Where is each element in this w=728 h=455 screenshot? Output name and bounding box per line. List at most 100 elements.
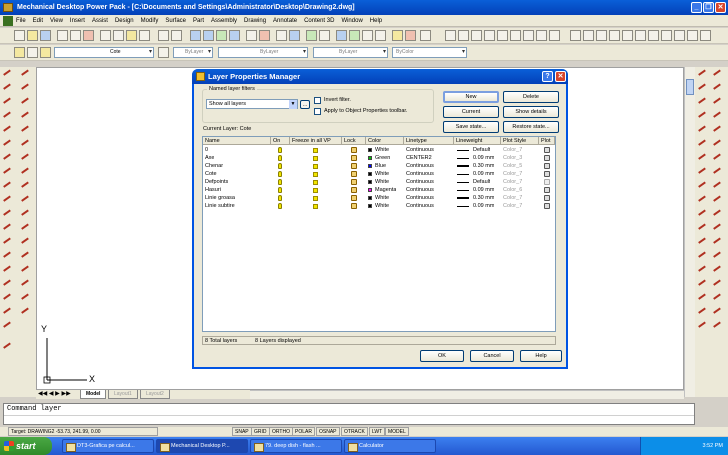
pencil-icon[interactable] — [21, 307, 33, 318]
table-row[interactable]: Hasuri Magenta Continuous 0.09 mm Color_… — [203, 186, 555, 194]
toggle-polar[interactable]: POLAR — [292, 427, 315, 436]
copy-object-icon[interactable] — [21, 83, 33, 94]
layer-linetype[interactable]: Continuous — [406, 186, 434, 194]
tab-nav-arrows-icon[interactable]: ◀◀ ◀ ▶ ▶▶ — [38, 390, 71, 397]
menu-assist[interactable]: Assist — [92, 18, 108, 24]
lightbulb-icon[interactable] — [278, 171, 282, 177]
command-input[interactable] — [4, 415, 694, 425]
restore-state-button[interactable]: Restore state... — [503, 121, 559, 133]
chamfer-icon[interactable] — [21, 265, 33, 276]
layer-dropdown[interactable]: Cote — [54, 47, 154, 58]
offset-icon[interactable] — [21, 111, 33, 122]
linetype-dropdown[interactable]: ByLayer — [218, 47, 308, 58]
scrollbar-thumb[interactable] — [686, 79, 694, 95]
mechanical-tool-10-icon[interactable] — [698, 195, 710, 206]
color-swatch[interactable] — [368, 164, 372, 168]
table-icon[interactable] — [3, 293, 15, 304]
toggle-grid[interactable]: GRID — [251, 427, 270, 436]
unlock-icon[interactable] — [351, 195, 357, 201]
lineweight-dropdown[interactable]: ByLayer — [313, 47, 388, 58]
zoom-realtime-icon[interactable] — [349, 30, 360, 41]
match-properties-icon[interactable] — [139, 30, 150, 41]
window-title-bar[interactable]: Mechanical Desktop Power Pack - [C:\Docu… — [0, 0, 728, 15]
cut-icon[interactable] — [100, 30, 111, 41]
unlock-icon[interactable] — [351, 179, 357, 185]
erase-icon[interactable] — [21, 69, 33, 80]
mechanical-tool-24-icon[interactable] — [713, 125, 725, 136]
minimize-button[interactable]: _ — [691, 2, 702, 13]
mechanical-tool-4-icon[interactable] — [698, 111, 710, 122]
command-window[interactable]: Command layer — [3, 403, 695, 425]
mechanical-tool-2-icon[interactable] — [698, 83, 710, 94]
layer-linetype[interactable]: Continuous — [406, 146, 434, 154]
mechanical-tool-32-icon[interactable] — [713, 237, 725, 248]
globe-icon[interactable] — [229, 30, 240, 41]
dimension-diameter-icon[interactable] — [622, 30, 633, 41]
mechanical-tool-17-icon[interactable] — [698, 293, 710, 304]
3d-orbit-icon[interactable] — [203, 30, 214, 41]
toggle-snap[interactable]: SNAP — [232, 427, 252, 436]
toggle-ortho[interactable]: ORTHO — [269, 427, 293, 436]
col-lineweight[interactable]: Lineweight — [454, 137, 501, 145]
ellipse-icon[interactable] — [3, 195, 15, 206]
dialog-title-bar[interactable]: Layer Properties Manager ? ✕ — [192, 69, 568, 84]
unlock-icon[interactable] — [351, 155, 357, 161]
dialog-close-button[interactable]: ✕ — [555, 71, 566, 82]
save-icon[interactable] — [40, 30, 51, 41]
sun-icon[interactable] — [313, 172, 318, 177]
lightbulb-icon[interactable] — [278, 147, 282, 153]
mechanical-tool-27-icon[interactable] — [713, 167, 725, 178]
zoom-previous-icon[interactable] — [375, 30, 386, 41]
zoom-window-icon[interactable] — [362, 30, 373, 41]
lightbulb-icon[interactable] — [278, 203, 282, 209]
mechanical-tool-34-icon[interactable] — [713, 265, 725, 276]
design-center-icon[interactable] — [392, 30, 403, 41]
mechanical-tool-7-icon[interactable] — [698, 153, 710, 164]
baseline-dimension-icon[interactable] — [661, 30, 672, 41]
color-swatch[interactable] — [368, 172, 372, 176]
lightbulb-icon[interactable] — [278, 179, 282, 185]
mechanical-tool-1-icon[interactable] — [698, 69, 710, 80]
properties-icon[interactable] — [319, 30, 330, 41]
table-row[interactable]: Defpoints White Continuous Default Color… — [203, 178, 555, 186]
printer-icon[interactable] — [544, 203, 550, 209]
fillet-icon[interactable] — [21, 279, 33, 290]
zoom-out-icon[interactable] — [458, 30, 469, 41]
horizontal-scrollbar[interactable] — [250, 390, 684, 399]
browser-icon[interactable] — [190, 30, 201, 41]
zoom-dynamic-icon[interactable] — [523, 30, 534, 41]
mechanical-tool-18-icon[interactable] — [698, 307, 710, 318]
layers-manager-icon[interactable] — [14, 47, 25, 58]
ok-button[interactable]: OK — [420, 350, 464, 362]
col-name[interactable]: Name — [203, 137, 271, 145]
mechanical-tool-21-icon[interactable] — [713, 83, 725, 94]
mirror-icon[interactable] — [21, 97, 33, 108]
tab-layout2[interactable]: Layout2 — [140, 390, 170, 399]
color-swatch[interactable] — [368, 204, 372, 208]
stretch-icon[interactable] — [21, 181, 33, 192]
document-icon[interactable] — [3, 16, 13, 26]
mechanical-tool-25-icon[interactable] — [713, 139, 725, 150]
tab-layout1[interactable]: Layout1 — [108, 390, 138, 399]
tolerance-icon[interactable] — [700, 30, 711, 41]
dialog-help-button[interactable]: ? — [542, 71, 553, 82]
layer-lineweight[interactable]: 0.09 mm — [473, 170, 494, 178]
toggle-osnap[interactable]: OSNAP — [316, 427, 340, 436]
col-lock[interactable]: Lock — [342, 137, 366, 145]
sun-icon[interactable] — [313, 204, 318, 209]
start-button[interactable]: start — [0, 437, 52, 455]
cancel-button[interactable]: Cancel — [470, 350, 514, 362]
zoom-extents-icon[interactable] — [484, 30, 495, 41]
lightbulb-icon[interactable] — [278, 155, 282, 161]
polygon-icon[interactable] — [3, 111, 15, 122]
paste-icon[interactable] — [126, 30, 137, 41]
mechanical-tool-9-icon[interactable] — [698, 181, 710, 192]
mechanical-tool-23-icon[interactable] — [713, 111, 725, 122]
target-icon[interactable] — [3, 321, 15, 332]
clock[interactable]: 3:52 PM — [703, 443, 723, 449]
break-at-point-icon[interactable] — [21, 223, 33, 234]
sun-icon[interactable] — [313, 196, 318, 201]
layer-lineweight[interactable]: 0.30 mm — [473, 194, 494, 202]
layer-lineweight[interactable]: Default — [473, 178, 490, 186]
vertical-scrollbar[interactable] — [684, 67, 695, 397]
